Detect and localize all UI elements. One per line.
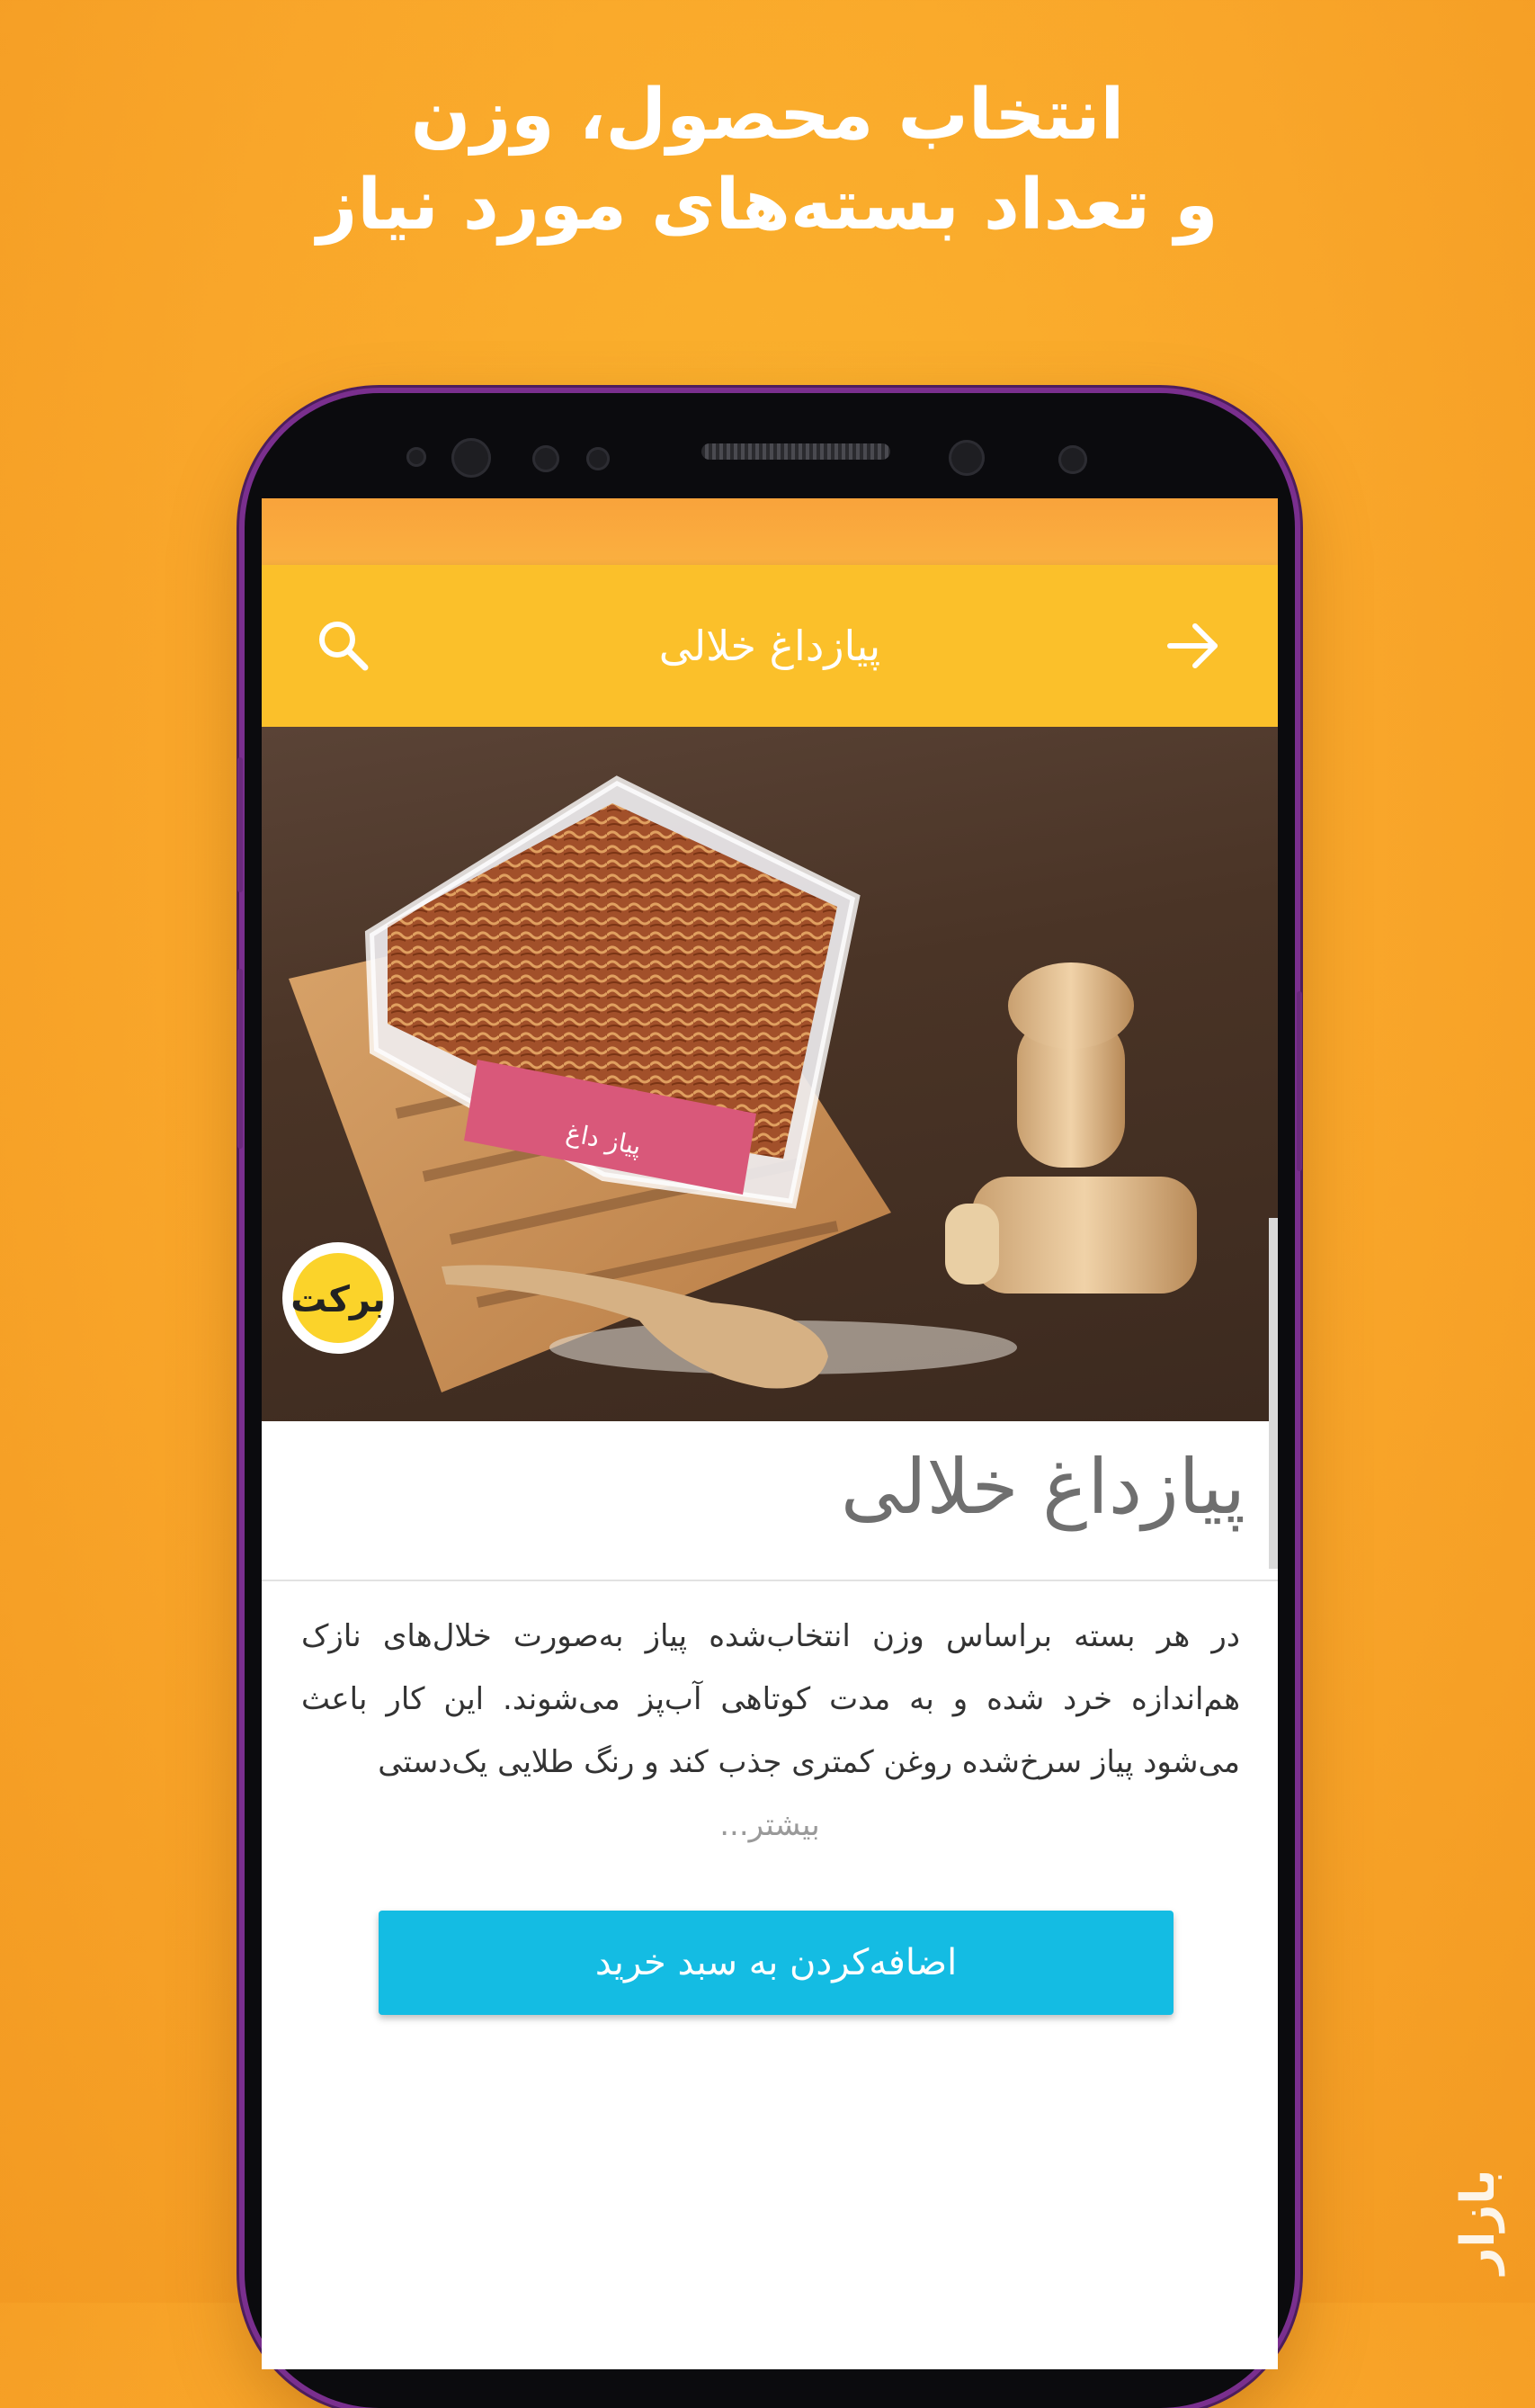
product-image[interactable]: پیاز داغ برکت: [262, 727, 1278, 1421]
app-bar-title: پیازداغ خلالی: [658, 622, 881, 670]
promo-line-1: انتخاب محصول، وزن: [410, 75, 1125, 156]
add-to-cart-button[interactable]: اضافه‌کردن به سبد خرید: [379, 1911, 1174, 2015]
phone-frame: پیازداغ خلالی پیاز داغ برکت پیازداغ خلال…: [237, 393, 1302, 2408]
back-button[interactable]: [1161, 613, 1226, 678]
product-description: در هر بسته براساس وزن انتخاب‌شده پیاز به…: [301, 1618, 1240, 1780]
bixby-button: [237, 969, 243, 1149]
iris-camera: [949, 440, 985, 476]
sensor-dot: [406, 447, 426, 467]
phone-top-bezel: [245, 393, 1295, 498]
brand-logo: برکت: [290, 1279, 386, 1320]
arrow-right-icon: [1167, 623, 1218, 668]
volume-button: [237, 757, 243, 892]
phone-screen: پیازداغ خلالی پیاز داغ برکت پیازداغ خلال…: [262, 498, 1278, 2369]
app-bar: پیازداغ خلالی: [262, 565, 1278, 727]
fried-onion-photo: پیاز داغ برکت: [282, 775, 1197, 1392]
scrollbar[interactable]: [1269, 1218, 1278, 1569]
read-more-link[interactable]: بیشتر...: [262, 1807, 1278, 1843]
title-divider: [262, 1580, 1278, 1581]
front-camera: [451, 438, 491, 478]
sensor-dot: [586, 447, 610, 470]
power-button: [1297, 991, 1302, 1171]
promo-headline: انتخاب محصول، وزن و تعداد بسته‌های مورد …: [0, 70, 1535, 250]
product-title: پیازداغ خلالی: [840, 1443, 1245, 1531]
sensor-dot: [1058, 445, 1087, 474]
promo-line-2: و تعداد بسته‌های مورد نیاز: [317, 165, 1218, 246]
status-bar: [262, 498, 1278, 565]
earpiece-speaker: [701, 443, 890, 460]
sensor-dot: [532, 445, 559, 472]
svg-text:بازار: بازار: [1451, 2170, 1505, 2278]
store-watermark: بازار: [1451, 2170, 1505, 2278]
